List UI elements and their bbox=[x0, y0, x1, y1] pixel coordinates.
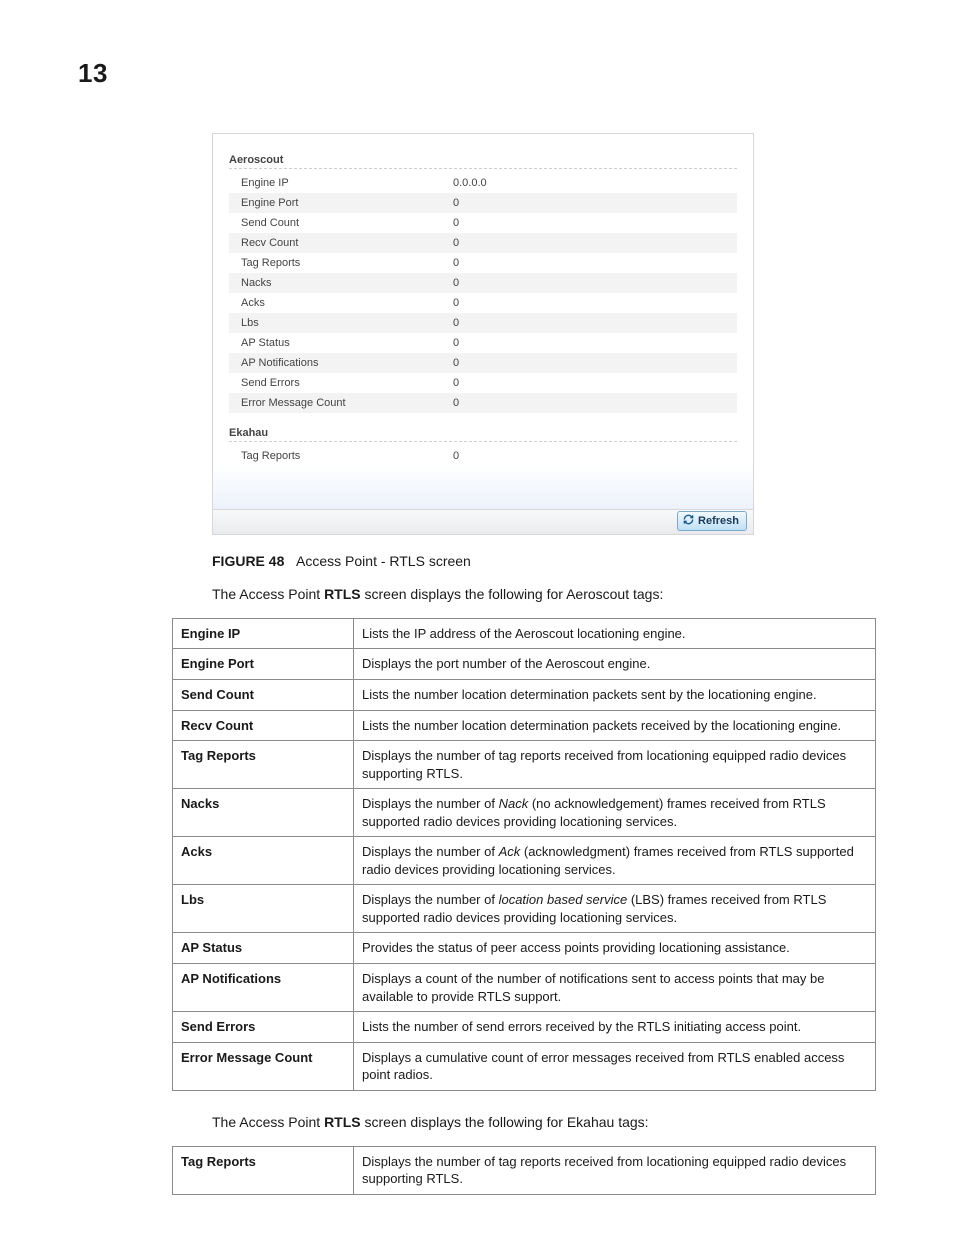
figure-label: FIGURE 48 bbox=[212, 553, 284, 569]
kv-value: 0 bbox=[447, 373, 737, 393]
def-term: Acks bbox=[173, 837, 354, 885]
kv-label: Acks bbox=[229, 293, 447, 313]
def-desc: Lists the number location determination … bbox=[354, 679, 876, 710]
def-desc: Displays the number of location based se… bbox=[354, 885, 876, 933]
def-desc: Displays the number of tag reports recei… bbox=[354, 741, 876, 789]
table-row: Engine IPLists the IP address of the Aer… bbox=[173, 618, 876, 649]
table-row: NacksDisplays the number of Nack (no ack… bbox=[173, 789, 876, 837]
kv-value: 0.0.0.0 bbox=[447, 173, 737, 193]
kv-row: Send Count0 bbox=[229, 213, 737, 233]
table-row: Tag ReportsDisplays the number of tag re… bbox=[173, 1146, 876, 1194]
aeroscout-intro: The Access Point RTLS screen displays th… bbox=[212, 585, 876, 604]
kv-label: AP Notifications bbox=[229, 353, 447, 373]
kv-row: Acks0 bbox=[229, 293, 737, 313]
refresh-label: Refresh bbox=[698, 515, 739, 527]
rtls-screenshot: Aeroscout Engine IP0.0.0.0Engine Port0Se… bbox=[212, 133, 754, 535]
table-row: Recv CountLists the number location dete… bbox=[173, 710, 876, 741]
kv-label: Lbs bbox=[229, 313, 447, 333]
kv-value: 0 bbox=[447, 446, 737, 466]
table-row: AP NotificationsDisplays a count of the … bbox=[173, 964, 876, 1012]
kv-row: Lbs0 bbox=[229, 313, 737, 333]
table-row: LbsDisplays the number of location based… bbox=[173, 885, 876, 933]
kv-value: 0 bbox=[447, 273, 737, 293]
kv-value: 0 bbox=[447, 193, 737, 213]
kv-value: 0 bbox=[447, 233, 737, 253]
def-desc: Displays a count of the number of notifi… bbox=[354, 964, 876, 1012]
kv-row: Nacks0 bbox=[229, 273, 737, 293]
kv-row: Send Errors0 bbox=[229, 373, 737, 393]
table-row: Tag ReportsDisplays the number of tag re… bbox=[173, 741, 876, 789]
def-desc: Lists the IP address of the Aeroscout lo… bbox=[354, 618, 876, 649]
def-term: AP Status bbox=[173, 933, 354, 964]
table-row: Error Message CountDisplays a cumulative… bbox=[173, 1042, 876, 1090]
def-term: Error Message Count bbox=[173, 1042, 354, 1090]
kv-label: Recv Count bbox=[229, 233, 447, 253]
kv-label: Engine Port bbox=[229, 193, 447, 213]
def-desc: Lists the number of send errors received… bbox=[354, 1012, 876, 1043]
table-row: Engine PortDisplays the port number of t… bbox=[173, 649, 876, 680]
def-desc: Displays the number of Ack (acknowledgme… bbox=[354, 837, 876, 885]
kv-value: 0 bbox=[447, 333, 737, 353]
kv-label: Engine IP bbox=[229, 173, 447, 193]
def-term: Send Count bbox=[173, 679, 354, 710]
def-desc: Displays a cumulative count of error mes… bbox=[354, 1042, 876, 1090]
kv-value: 0 bbox=[447, 393, 737, 413]
table-row: AP StatusProvides the status of peer acc… bbox=[173, 933, 876, 964]
def-term: Nacks bbox=[173, 789, 354, 837]
page-number: 13 bbox=[78, 58, 876, 89]
kv-label: Send Count bbox=[229, 213, 447, 233]
table-row: Send CountLists the number location dete… bbox=[173, 679, 876, 710]
kv-row: Tag Reports0 bbox=[229, 253, 737, 273]
def-term: Engine IP bbox=[173, 618, 354, 649]
kv-value: 0 bbox=[447, 213, 737, 233]
ekahau-intro: The Access Point RTLS screen displays th… bbox=[212, 1113, 876, 1132]
def-desc: Lists the number location determination … bbox=[354, 710, 876, 741]
def-term: Recv Count bbox=[173, 710, 354, 741]
kv-label: Tag Reports bbox=[229, 446, 447, 466]
kv-value: 0 bbox=[447, 353, 737, 373]
ekahau-def-table: Tag ReportsDisplays the number of tag re… bbox=[172, 1146, 876, 1195]
kv-row: Tag Reports0 bbox=[229, 446, 737, 466]
def-desc: Provides the status of peer access point… bbox=[354, 933, 876, 964]
def-term: Lbs bbox=[173, 885, 354, 933]
kv-label: AP Status bbox=[229, 333, 447, 353]
kv-value: 0 bbox=[447, 293, 737, 313]
table-row: Send ErrorsLists the number of send erro… bbox=[173, 1012, 876, 1043]
kv-row: Recv Count0 bbox=[229, 233, 737, 253]
def-term: Engine Port bbox=[173, 649, 354, 680]
kv-label: Tag Reports bbox=[229, 253, 447, 273]
def-desc: Displays the port number of the Aeroscou… bbox=[354, 649, 876, 680]
kv-row: Error Message Count0 bbox=[229, 393, 737, 413]
kv-row: AP Notifications0 bbox=[229, 353, 737, 373]
kv-value: 0 bbox=[447, 253, 737, 273]
ekahau-group-title: Ekahau bbox=[229, 421, 737, 442]
kv-value: 0 bbox=[447, 313, 737, 333]
def-desc: Displays the number of Nack (no acknowle… bbox=[354, 789, 876, 837]
kv-row: Engine Port0 bbox=[229, 193, 737, 213]
def-term: Tag Reports bbox=[173, 741, 354, 789]
def-desc: Displays the number of tag reports recei… bbox=[354, 1146, 876, 1194]
figure-caption: FIGURE 48 Access Point - RTLS screen bbox=[212, 553, 876, 569]
def-term: Tag Reports bbox=[173, 1146, 354, 1194]
aeroscout-rows: Engine IP0.0.0.0Engine Port0Send Count0R… bbox=[229, 173, 737, 413]
figure-caption-text: Access Point - RTLS screen bbox=[296, 553, 471, 569]
def-term: Send Errors bbox=[173, 1012, 354, 1043]
refresh-icon bbox=[683, 514, 694, 528]
def-term: AP Notifications bbox=[173, 964, 354, 1012]
table-row: AcksDisplays the number of Ack (acknowle… bbox=[173, 837, 876, 885]
ekahau-rows: Tag Reports0 bbox=[229, 446, 737, 466]
aeroscout-group-title: Aeroscout bbox=[229, 148, 737, 169]
kv-label: Nacks bbox=[229, 273, 447, 293]
aeroscout-def-table: Engine IPLists the IP address of the Aer… bbox=[172, 618, 876, 1091]
kv-row: AP Status0 bbox=[229, 333, 737, 353]
kv-label: Send Errors bbox=[229, 373, 447, 393]
kv-label: Error Message Count bbox=[229, 393, 447, 413]
refresh-button[interactable]: Refresh bbox=[677, 511, 747, 531]
kv-row: Engine IP0.0.0.0 bbox=[229, 173, 737, 193]
